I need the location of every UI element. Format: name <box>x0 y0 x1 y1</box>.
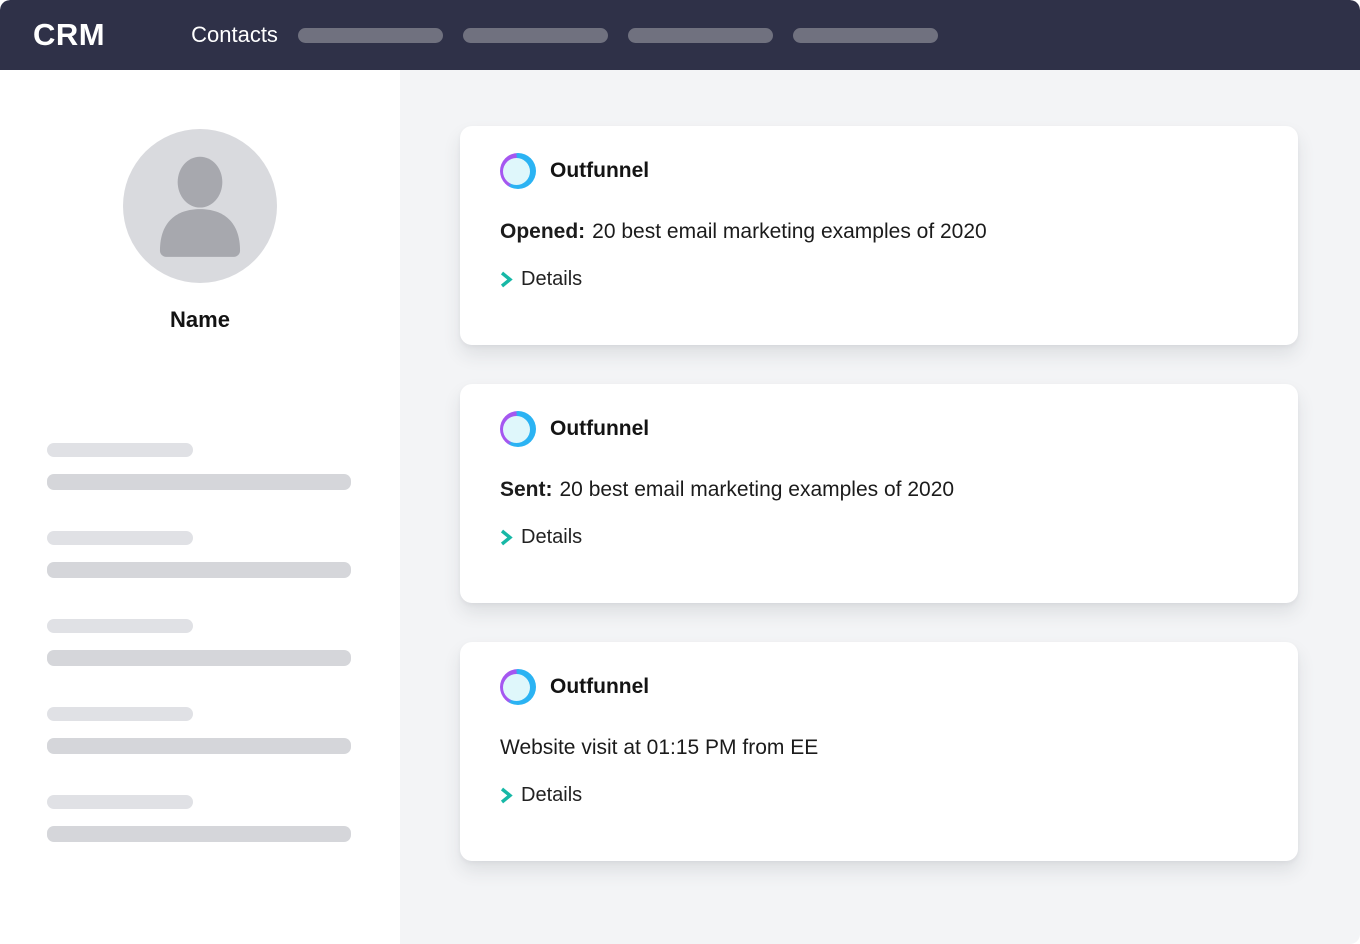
placeholder-label-bar <box>47 619 193 633</box>
app-name: Outfunnel <box>550 675 649 699</box>
activity-message: Sent: 20 best email marketing examples of… <box>500 478 1258 502</box>
card-header: Outfunnel <box>500 669 1258 705</box>
chevron-right-icon <box>500 787 513 804</box>
placeholder-field <box>47 707 351 754</box>
contact-detail-placeholders <box>0 443 400 842</box>
details-label: Details <box>521 268 582 291</box>
placeholder-label-bar <box>47 531 193 545</box>
details-link[interactable]: Details <box>500 526 582 549</box>
activity-text: 20 best email marketing examples of 2020 <box>560 478 955 501</box>
details-label: Details <box>521 784 582 807</box>
nav-placeholder-item[interactable] <box>463 28 608 43</box>
activity-text: 20 best email marketing examples of 2020 <box>592 220 987 243</box>
card-header: Outfunnel <box>500 153 1258 189</box>
activity-feed: Outfunnel Opened: 20 best email marketing… <box>400 70 1360 944</box>
placeholder-value-bar <box>47 562 351 578</box>
placeholder-field <box>47 795 351 842</box>
activity-type: Sent: <box>500 478 553 501</box>
contact-sidebar: Name <box>0 70 400 944</box>
nav-placeholder-item[interactable] <box>628 28 773 43</box>
crm-window: CRM Contacts Name <box>0 0 1360 944</box>
details-link[interactable]: Details <box>500 268 582 291</box>
chevron-right-icon <box>500 529 513 546</box>
chevron-right-icon <box>500 271 513 288</box>
top-navbar: CRM Contacts <box>0 0 1360 70</box>
placeholder-field <box>47 443 351 490</box>
placeholder-field <box>47 531 351 578</box>
card-header: Outfunnel <box>500 411 1258 447</box>
placeholder-label-bar <box>47 795 193 809</box>
placeholder-value-bar <box>47 650 351 666</box>
placeholder-label-bar <box>47 443 193 457</box>
outfunnel-logo-icon <box>500 411 536 447</box>
details-label: Details <box>521 526 582 549</box>
placeholder-field <box>47 619 351 666</box>
contact-name: Name <box>0 307 400 333</box>
person-icon <box>123 129 277 283</box>
outfunnel-logo-icon <box>500 153 536 189</box>
activity-message: Website visit at 01:15 PM from EE <box>500 736 1258 760</box>
activity-type: Opened: <box>500 220 585 243</box>
placeholder-value-bar <box>47 738 351 754</box>
nav-placeholder-group <box>298 28 938 43</box>
details-link[interactable]: Details <box>500 784 582 807</box>
app-name: Outfunnel <box>550 159 649 183</box>
activity-card: Outfunnel Sent: 20 best email marketing e… <box>460 384 1298 603</box>
crm-logo: CRM <box>33 17 105 53</box>
placeholder-value-bar <box>47 474 351 490</box>
nav-item-contacts[interactable]: Contacts <box>191 22 278 48</box>
activity-card: Outfunnel Opened: 20 best email marketing… <box>460 126 1298 345</box>
avatar <box>123 129 277 283</box>
activity-message: Opened: 20 best email marketing examples … <box>500 220 1258 244</box>
activity-card: Outfunnel Website visit at 01:15 PM from… <box>460 642 1298 861</box>
activity-text: Website visit at 01:15 PM from EE <box>500 736 818 759</box>
nav-placeholder-item[interactable] <box>298 28 443 43</box>
nav-placeholder-item[interactable] <box>793 28 938 43</box>
placeholder-label-bar <box>47 707 193 721</box>
outfunnel-logo-icon <box>500 669 536 705</box>
app-name: Outfunnel <box>550 417 649 441</box>
placeholder-value-bar <box>47 826 351 842</box>
